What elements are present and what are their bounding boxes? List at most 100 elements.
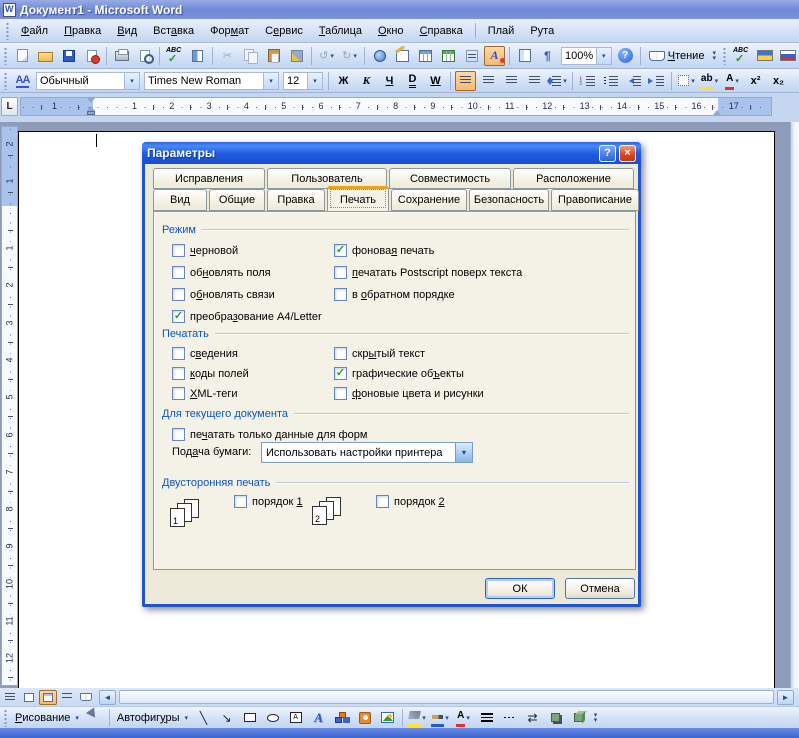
insert-excel-icon[interactable] [438,46,459,66]
increase-indent-icon[interactable] [646,71,667,91]
rectangle-icon[interactable] [239,708,260,728]
title-bar[interactable]: Документ1 - Microsoft Word [0,0,799,19]
toolbar-grip[interactable] [3,72,8,90]
checkbox-drawing-objects[interactable]: ✓ графические объекты [334,366,464,381]
reading-mode-button[interactable]: Чтение [645,46,709,66]
ok-button[interactable]: ОК [485,578,555,599]
checkbox-print-form-data[interactable]: печатать только данные для форм [172,427,367,442]
styles-formatting-icon[interactable]: АА [12,71,33,91]
toolbar-options-icon[interactable]: ▾▾ [590,708,601,728]
checkbox-update-links[interactable]: обновлять связи [172,287,275,302]
copy-icon[interactable] [240,46,261,66]
menu-insert[interactable]: Вставка [145,22,202,40]
tab-security[interactable]: Безопасность [469,189,549,211]
menu-play[interactable]: Плай [480,22,523,40]
tab-edit[interactable]: Правка [267,189,325,211]
drawing-toggle-icon[interactable]: А [484,46,505,66]
checkbox-background-printing[interactable]: ✓ фоновая печать [334,243,434,258]
italic-icon[interactable]: К [356,71,377,91]
research-icon[interactable] [187,46,208,66]
bold-icon[interactable]: Ж [333,71,354,91]
tab-spelling[interactable]: Правописание [551,189,639,211]
line-icon[interactable]: ╲ [193,708,214,728]
menu-table[interactable]: Таблица [311,22,370,40]
select-objects-icon[interactable] [84,708,105,728]
checkbox-box[interactable] [172,387,185,400]
permission-icon[interactable] [81,46,102,66]
columns-icon[interactable] [461,46,482,66]
zoom-dropdown-icon[interactable]: ▾ [596,48,611,64]
font-size-combo[interactable]: 12 ▾ [283,72,323,90]
scroll-left-icon[interactable]: ◄ [99,690,116,705]
open-icon[interactable] [35,46,56,66]
outline-view-button[interactable] [58,690,76,705]
arrow-style-icon[interactable]: ⇄ [522,708,543,728]
font-combo[interactable]: Times New Roman ▾ [144,72,279,90]
toolbar-grip[interactable] [3,47,8,65]
checkbox-box[interactable]: ✓ [334,367,347,380]
print-icon[interactable] [111,46,132,66]
document-map-icon[interactable] [514,46,535,66]
menu-help[interactable]: Справка [412,22,471,40]
highlight-button[interactable]: ab▾ [699,71,720,91]
tab-save[interactable]: Сохранение [391,189,467,211]
draw-menu-button[interactable]: Рисование▾ [11,710,83,726]
checkbox-box[interactable] [172,244,185,257]
fill-color-button[interactable]: ▾ [407,708,428,728]
line-color-button[interactable]: ▾ [430,708,451,728]
size-dropdown-icon[interactable]: ▾ [307,73,322,89]
tab-view[interactable]: Вид [153,189,207,211]
dialog-title-bar[interactable]: Параметры ? × [142,142,641,164]
checkbox-box[interactable] [172,347,185,360]
checkbox-duplex-order2[interactable]: порядок 2 [376,494,445,509]
vertical-scrollbar[interactable] [790,122,799,688]
print-preview-icon[interactable] [134,46,155,66]
style-combo[interactable]: Обычный ▾ [36,72,140,90]
checkbox-box[interactable] [172,428,185,441]
subscript-icon[interactable]: x₂ [768,71,789,91]
reading-view-button[interactable] [77,690,95,705]
scrollbar-thumb[interactable] [119,690,774,704]
bulleted-list-icon[interactable] [600,71,621,91]
toolbar-grip[interactable] [5,22,10,40]
spellcheck-lang-icon[interactable]: ABC✓ [731,46,752,66]
menu-tools[interactable]: Сервис [257,22,311,40]
style-dropdown-icon[interactable]: ▾ [124,73,139,89]
checkbox-box[interactable] [376,495,389,508]
dialog-help-button[interactable]: ? [599,145,616,162]
horizontal-scrollbar[interactable]: ► [117,689,798,705]
horizontal-ruler[interactable]: 12345678910111213141516171 [20,97,772,116]
line-style-icon[interactable] [476,708,497,728]
checkbox-update-fields[interactable]: обновлять поля [172,265,271,280]
checkbox-box[interactable] [172,288,185,301]
text-box-icon[interactable]: А [285,708,306,728]
checkbox-background-colors[interactable]: фоновые цвета и рисунки [334,386,484,401]
threed-style-icon[interactable] [568,708,589,728]
checkbox-box[interactable] [172,266,185,279]
paste-icon[interactable] [263,46,284,66]
print-layout-view-button[interactable] [39,690,57,705]
menu-file[interactable]: Файл [13,22,56,40]
numbered-list-icon[interactable] [577,71,598,91]
clip-art-icon[interactable] [354,708,375,728]
checkbox-box[interactable] [334,387,347,400]
right-indent-marker[interactable] [713,106,721,115]
toolbar-grip[interactable] [3,709,8,727]
double-underline-icon[interactable]: D [402,71,423,91]
dash-style-icon[interactable] [499,708,520,728]
dropdown-arrow-icon[interactable]: ▾ [455,443,472,462]
oval-icon[interactable] [262,708,283,728]
decrease-indent-icon[interactable] [623,71,644,91]
align-right-icon[interactable] [501,71,522,91]
font-color-button[interactable]: А▾ [722,71,743,91]
russian-flag-icon[interactable] [777,46,798,66]
cut-icon[interactable]: ✂ [217,46,238,66]
hyperlink-icon[interactable] [369,46,390,66]
normal-view-button[interactable] [1,690,19,705]
toolbar-grip[interactable] [722,47,727,65]
hanging-indent-marker[interactable] [87,102,95,111]
font-dropdown-icon[interactable]: ▾ [263,73,278,89]
borders-button[interactable]: ▾ [676,71,697,91]
paper-feed-dropdown[interactable]: Использовать настройки принтера ▾ [261,442,473,463]
shadow-style-icon[interactable] [545,708,566,728]
